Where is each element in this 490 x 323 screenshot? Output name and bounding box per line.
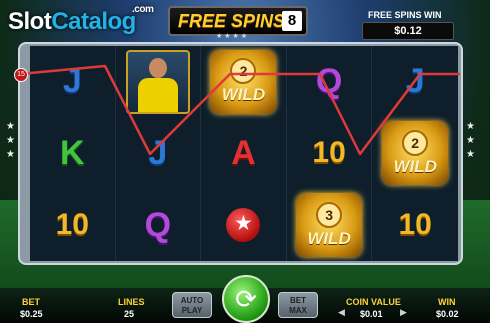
lines-value: 25 [124,309,135,319]
free-spins-win-label: FREE SPINS WIN [368,10,442,20]
footballer-symbol [125,49,190,114]
win-label: WIN [438,297,456,307]
right-stars-decoration: ★ ★ ★ [466,121,475,160]
wild-text: WILD [393,156,437,176]
wild-multiplier: 2 [402,129,429,156]
coin-value: $0.01 [360,309,383,319]
symbol-j: J [62,62,82,101]
ball-symbol: ★ [226,208,261,243]
reel-cell: 10 [372,189,458,261]
wild-symbol: 2 WILD [382,121,449,186]
symbol-10: 10 [312,136,346,170]
symbol-q: Q [144,205,172,244]
reel-cell: J [372,46,458,118]
lines-label: LINES [118,297,145,307]
banner-stars-decoration: ★★★★ [216,33,250,40]
reel-cell: K [30,117,116,190]
win-value: $0.02 [436,309,459,319]
reel-cell: 3 WILD [287,189,373,261]
wild-symbol: 2 WILD [210,49,277,114]
coin-value-increase-icon[interactable]: ▶ [400,307,407,318]
reel-cell: Q [287,46,373,118]
free-spins-counter: 8 [282,11,302,31]
payline-number-badge: 15 [14,68,28,82]
symbol-j: J [148,133,168,172]
reel-cell: Q [116,189,202,261]
coin-value-label: COIN VALUE [346,297,401,307]
reel-cell: 2 WILD [372,118,458,190]
symbol-k: K [60,133,85,172]
symbol-a: A [231,133,256,172]
spin-icon: ⟳ [235,284,257,314]
reel-cell: J [116,117,202,190]
wild-multiplier: 3 [316,201,343,228]
symbol-10: 10 [398,208,432,242]
reel-cell [116,46,202,118]
free-spins-title: FREE SPINS [178,11,286,31]
wild-multiplier: 2 [230,58,257,85]
reel-cell: ★ [201,189,287,261]
bet-max-button[interactable]: BET MAX [278,292,318,318]
logo-suffix: .com [132,4,154,15]
bet-value: $0.25 [20,309,43,319]
reel-cell: 10 [30,189,116,261]
bet-label: BET [22,297,40,307]
symbol-q: Q [315,62,343,101]
free-spins-win-value: $0.12 [362,22,454,40]
spin-button[interactable]: ⟳ [222,275,270,323]
autoplay-button[interactable]: AUTO PLAY [172,292,212,318]
wild-text: WILD [221,85,266,105]
coin-value-decrease-icon[interactable]: ◀ [338,307,345,318]
reel-cell: 2 WILD [201,46,287,118]
reel-cell: 10 [287,117,373,190]
reel-cell: J [30,46,116,118]
symbol-10: 10 [55,208,89,242]
symbol-j: J [405,62,425,101]
wild-text: WILD [307,228,351,248]
wild-symbol: 3 WILD [296,193,363,258]
site-logo: SlotCatalog .com [8,4,154,35]
left-stars-decoration: ★ ★ ★ [6,121,15,160]
reel-cell: A [201,117,287,190]
reel-grid: J 2 WILD Q J K J A 10 2 WILD 10 Q ★ 3 WILD 10 [30,46,458,261]
